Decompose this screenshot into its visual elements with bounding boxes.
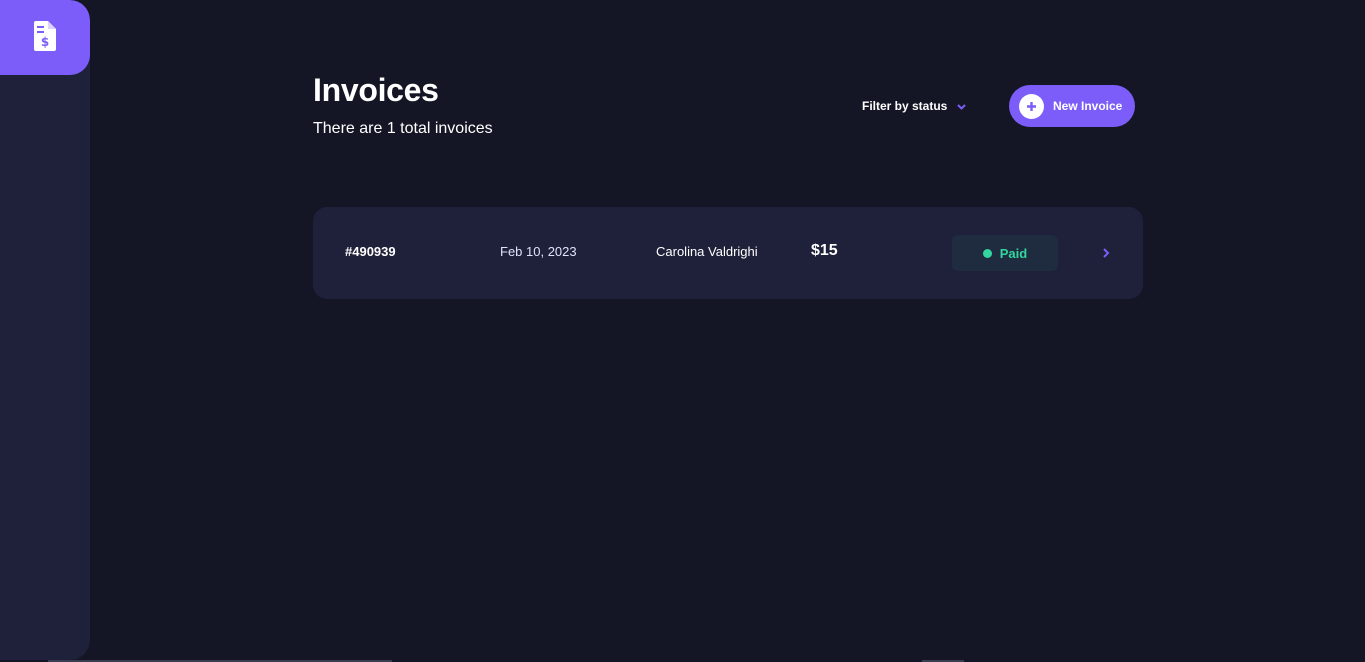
- filter-by-status-dropdown[interactable]: Filter by status: [862, 96, 967, 116]
- invoice-id: #490939: [345, 244, 396, 259]
- invoice-amount: $15: [811, 242, 838, 259]
- plus-icon: [1019, 93, 1044, 119]
- status-dot-icon: [982, 248, 992, 258]
- invoice-row[interactable]: #490939 Feb 10, 2023 Carolina Valdrighi …: [313, 207, 1143, 299]
- sidebar: $: [0, 0, 90, 660]
- invoice-date: Feb 10, 2023: [500, 244, 577, 259]
- app-logo[interactable]: $: [0, 0, 90, 75]
- invoice-count: There are 1 total invoices: [313, 120, 493, 137]
- invoice-dollar-icon: $: [33, 20, 56, 51]
- status-badge: Paid: [952, 235, 1058, 271]
- chevron-down-icon: [957, 103, 967, 110]
- new-invoice-label: New Invoice: [1053, 99, 1123, 113]
- new-invoice-button[interactable]: New Invoice: [1009, 85, 1135, 127]
- invoice-client: Carolina Valdrighi: [656, 244, 758, 259]
- svg-text:$: $: [40, 35, 48, 49]
- page-title: Invoices: [313, 72, 439, 108]
- filter-label: Filter by status: [862, 99, 948, 113]
- status-label: Paid: [999, 245, 1028, 261]
- chevron-right-icon[interactable]: [1103, 248, 1110, 258]
